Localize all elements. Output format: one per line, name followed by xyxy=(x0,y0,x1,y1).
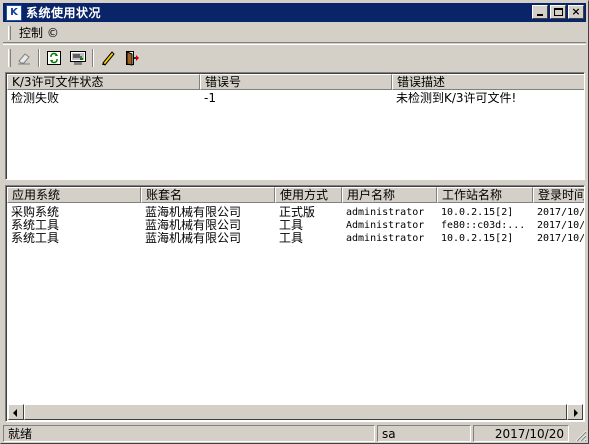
error-description-cell: 未检测到K/3许可文件! xyxy=(396,92,517,105)
column-header-workstation[interactable]: 工作站名称 xyxy=(437,187,533,203)
user-name-cell: Administrator xyxy=(346,220,425,231)
license-status-cell: 检测失败 xyxy=(11,92,60,105)
user-name-cell: administrator xyxy=(346,233,425,244)
login-time-cell: 2017/10/ xyxy=(537,233,585,244)
resize-grip-icon[interactable] xyxy=(575,430,587,442)
exit-door-icon xyxy=(126,50,139,66)
monitor-button[interactable] xyxy=(67,47,89,69)
table-row[interactable]: 系统工具 蓝海机械有限公司 工具 Administrator fe80::c03… xyxy=(7,219,585,232)
status-user: sa xyxy=(377,425,471,442)
edit-button[interactable] xyxy=(97,47,119,69)
column-header-license-status[interactable]: K/3许可文件状态 xyxy=(7,74,200,90)
application-cell: 采购系统 xyxy=(11,206,60,219)
account-set-cell: 蓝海机械有限公司 xyxy=(145,232,242,245)
column-header-application[interactable]: 应用系统 xyxy=(7,187,141,203)
user-name-cell: administrator xyxy=(346,207,425,218)
menu-grip[interactable] xyxy=(8,25,11,40)
application-cell: 系统工具 xyxy=(11,232,60,245)
horizontal-scrollbar[interactable] xyxy=(8,404,583,420)
maximize-icon xyxy=(554,8,563,16)
workstation-cell: fe80::c03d:... xyxy=(441,220,526,231)
system-usage-panel: 应用系统 账套名 使用方式 用户名称 工作站名称 登录时间 采购系统 蓝海机械有… xyxy=(5,185,585,422)
edit-pencil-icon xyxy=(102,50,115,66)
close-button[interactable]: × xyxy=(568,5,584,19)
scroll-right-button[interactable] xyxy=(567,404,583,420)
refresh-button[interactable] xyxy=(43,47,65,69)
table-row[interactable]: 系统工具 蓝海机械有限公司 工具 administrator 10.0.2.15… xyxy=(7,232,585,245)
scroll-thumb[interactable] xyxy=(24,404,567,420)
minimize-icon xyxy=(537,14,543,16)
login-time-cell: 2017/10/ xyxy=(537,207,585,218)
license-status-panel: K/3许可文件状态 错误号 错误描述 检测失败 -1 未检测到K/3许可文件! xyxy=(5,72,585,180)
minimize-button[interactable] xyxy=(532,5,548,19)
usage-mode-cell: 工具 xyxy=(279,232,304,245)
account-set-cell: 蓝海机械有限公司 xyxy=(145,219,242,232)
menu-bar: 控制 © xyxy=(3,23,586,43)
application-cell: 系统工具 xyxy=(11,219,60,232)
column-header-usage-mode[interactable]: 使用方式 xyxy=(275,187,342,203)
column-header-login-time[interactable]: 登录时间 xyxy=(533,187,584,203)
status-bar: 就绪 sa 2017/10/20 xyxy=(3,425,586,443)
login-time-cell: 2017/10/ xyxy=(537,220,585,231)
maximize-button[interactable] xyxy=(550,5,566,19)
workstation-cell: 10.0.2.15[2] xyxy=(441,207,514,218)
usage-table-header: 应用系统 账套名 使用方式 用户名称 工作站名称 登录时间 xyxy=(7,187,584,203)
table-row[interactable]: 采购系统 蓝海机械有限公司 正式版 administrator 10.0.2.1… xyxy=(7,206,585,219)
toolbar xyxy=(3,44,586,70)
usage-mode-cell: 正式版 xyxy=(279,206,316,219)
menu-item-control[interactable]: 控制 © xyxy=(19,24,59,41)
k3-app-icon: K xyxy=(6,4,22,21)
toolbar-separator xyxy=(92,48,94,67)
scroll-left-button[interactable] xyxy=(8,404,24,420)
toolbar-separator xyxy=(38,48,40,67)
toolbar-grip[interactable] xyxy=(8,48,11,67)
window-title: 系统使用状况 xyxy=(26,6,102,20)
title-bar[interactable]: K 系统使用状况 × xyxy=(3,3,586,22)
arrow-left-icon xyxy=(13,409,17,417)
table-row[interactable]: 检测失败 -1 未检测到K/3许可文件! xyxy=(7,92,584,105)
clear-button[interactable] xyxy=(13,47,35,69)
account-set-cell: 蓝海机械有限公司 xyxy=(145,206,242,219)
system-usage-window: K 系统使用状况 × 控制 © K/3许可文件状态 错误号 错误描述 检测失败 … xyxy=(0,0,589,444)
status-ready: 就绪 xyxy=(3,425,375,442)
monitor-icon xyxy=(70,50,86,65)
column-header-error-description[interactable]: 错误描述 xyxy=(392,74,584,90)
close-icon: × xyxy=(571,5,581,18)
arrow-right-icon xyxy=(574,409,578,417)
eraser-icon xyxy=(18,52,30,64)
license-table-header: K/3许可文件状态 错误号 错误描述 xyxy=(7,74,584,90)
status-date: 2017/10/20 xyxy=(473,425,569,442)
error-code-cell: -1 xyxy=(204,92,216,105)
column-header-error-code[interactable]: 错误号 xyxy=(200,74,392,90)
refresh-icon xyxy=(47,50,61,65)
workstation-cell: 10.0.2.15[2] xyxy=(441,233,514,244)
column-header-account-set[interactable]: 账套名 xyxy=(141,187,275,203)
usage-mode-cell: 工具 xyxy=(279,219,304,232)
column-header-user-name[interactable]: 用户名称 xyxy=(342,187,437,203)
exit-button[interactable] xyxy=(121,47,143,69)
